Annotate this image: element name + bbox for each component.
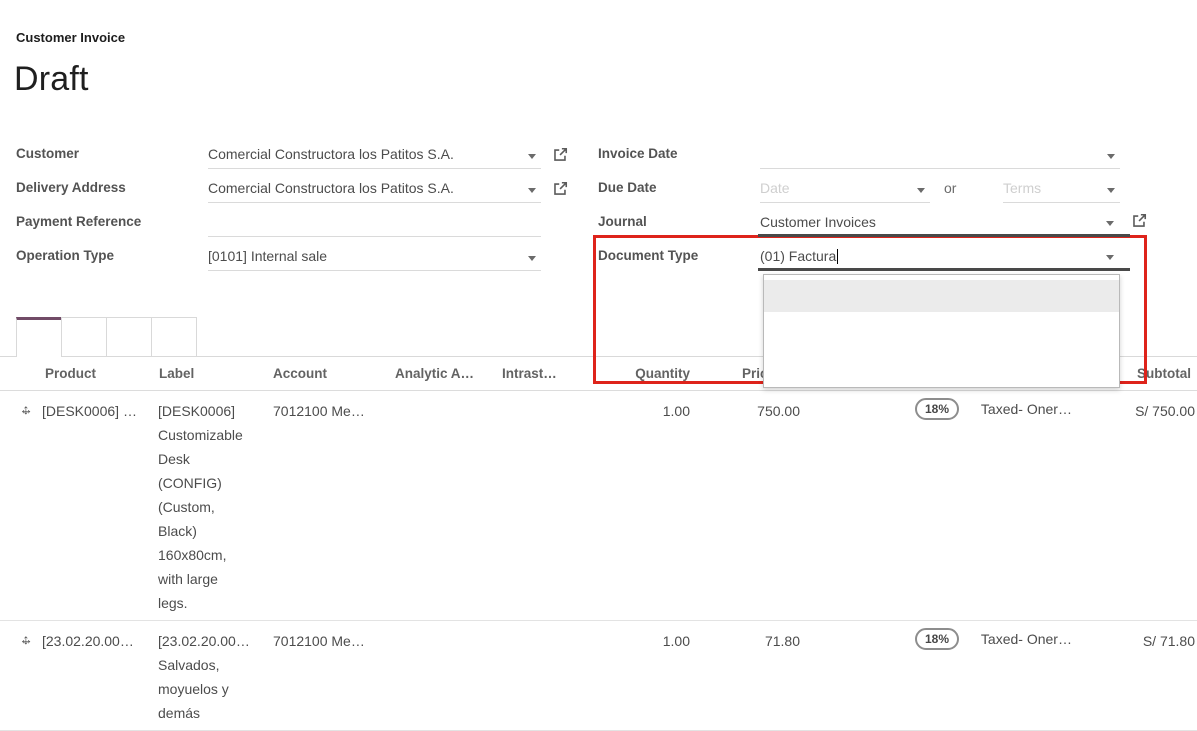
or-text: or — [944, 180, 956, 196]
form-row: Payment Reference — [0, 210, 600, 243]
table-row[interactable]: ↔↕ [23.02.20.00… [23.02.20.00… Salvados,… — [0, 621, 1197, 731]
invoice-date-input[interactable] — [760, 142, 1120, 169]
cell-price[interactable]: 750.00 — [710, 399, 800, 423]
chevron-down-icon[interactable] — [1107, 154, 1115, 159]
field-input[interactable]: Comercial Constructora los Patitos S.A. — [208, 142, 541, 169]
document-type-input[interactable]: (01) Factura — [758, 244, 1130, 271]
form-row: Customer Comercial Constructora los Pati… — [0, 142, 600, 175]
column-header-intrastat: Intrast… — [502, 366, 557, 381]
field-input[interactable] — [208, 210, 541, 237]
column-header-product: Product — [45, 366, 96, 381]
drag-handle-icon[interactable]: ↔↕ — [17, 629, 35, 649]
field-input[interactable]: [0101] Internal sale — [208, 244, 541, 271]
column-header-quantity: Quantity — [600, 366, 690, 381]
cell-price[interactable]: 71.80 — [710, 629, 800, 653]
journal-label: Journal — [598, 214, 647, 229]
tax-badge[interactable]: 18% — [915, 628, 959, 650]
cell-account[interactable]: 7012100 Me… — [273, 629, 388, 653]
invoice-form-page: { "header": { "breadcrumb": "Customer In… — [0, 0, 1197, 713]
cell-subtotal: S/ 71.80 — [1085, 629, 1195, 653]
tab[interactable] — [16, 317, 62, 357]
dropdown-option[interactable] — [764, 344, 1119, 376]
text-cursor — [837, 249, 838, 264]
field-label: Operation Type — [16, 248, 114, 263]
dropdown-option[interactable] — [764, 280, 1119, 312]
form-row: Delivery Address Comercial Constructora … — [0, 176, 600, 209]
cell-quantity[interactable]: 1.00 — [600, 399, 690, 423]
cell-account[interactable]: 7012100 Me… — [273, 399, 388, 423]
field-value: [0101] Internal sale — [208, 248, 327, 264]
page-title: Draft — [14, 60, 89, 99]
chevron-down-icon[interactable] — [528, 154, 536, 159]
document-type-value: (01) Factura — [760, 248, 838, 264]
invoice-lines-rows: ↔↕ [DESK0006] … [DESK0006] Customizable … — [0, 391, 1197, 731]
tax-badge[interactable]: 18% — [915, 398, 959, 420]
cell-subtotal: S/ 750.00 — [1085, 399, 1195, 423]
invoice-date-label: Invoice Date — [598, 146, 678, 161]
drag-handle-icon[interactable]: ↔↕ — [17, 399, 35, 419]
chevron-down-icon[interactable] — [1107, 188, 1115, 193]
chevron-down-icon[interactable] — [528, 256, 536, 261]
terms-placeholder: Terms — [1003, 180, 1041, 196]
field-label: Customer — [16, 146, 79, 161]
chevron-down-icon[interactable] — [528, 188, 536, 193]
field-input[interactable]: Comercial Constructora los Patitos S.A. — [208, 176, 541, 203]
journal-value: Customer Invoices — [760, 214, 876, 230]
cell-taxes[interactable]: 18% Taxed- Oner… — [915, 397, 1072, 421]
journal-input[interactable]: Customer Invoices — [758, 210, 1130, 237]
cell-quantity[interactable]: 1.00 — [600, 629, 690, 653]
cell-product[interactable]: [DESK0006] … — [42, 399, 152, 423]
notebook-tabs — [16, 317, 196, 357]
document-type-label: Document Type — [598, 248, 698, 263]
chevron-down-icon[interactable] — [1106, 255, 1114, 260]
form-row: Operation Type [0101] Internal sale — [0, 244, 600, 277]
table-row[interactable]: ↔↕ [DESK0006] … [DESK0006] Customizable … — [0, 391, 1197, 621]
column-header-analytic-account: Analytic A… — [395, 366, 474, 381]
cell-product[interactable]: [23.02.20.00… — [42, 629, 152, 653]
field-label: Delivery Address — [16, 180, 126, 195]
field-value: Comercial Constructora los Patitos S.A. — [208, 146, 454, 162]
due-date-input[interactable]: Date — [760, 176, 930, 203]
field-value: Comercial Constructora los Patitos S.A. — [208, 180, 454, 196]
chevron-down-icon[interactable] — [1106, 221, 1114, 226]
dropdown-option[interactable] — [764, 312, 1119, 344]
document-type-dropdown — [763, 274, 1120, 388]
cell-taxes[interactable]: 18% Taxed- Oner… — [915, 627, 1072, 651]
external-link-icon[interactable] — [1131, 212, 1148, 229]
breadcrumb[interactable]: Customer Invoice — [16, 30, 125, 45]
chevron-down-icon[interactable] — [917, 188, 925, 193]
column-header-label: Label — [159, 366, 194, 381]
due-date-label: Due Date — [598, 180, 657, 195]
external-link-icon[interactable] — [552, 180, 569, 197]
tax-label: Taxed- Oner… — [981, 627, 1072, 651]
cell-label[interactable]: [DESK0006] Customizable Desk (CONFIG) (C… — [158, 391, 258, 620]
external-link-icon[interactable] — [552, 146, 569, 163]
column-header-account: Account — [273, 366, 327, 381]
field-label: Payment Reference — [16, 214, 141, 229]
payment-terms-input[interactable]: Terms — [1003, 176, 1120, 203]
tax-label: Taxed- Oner… — [981, 397, 1072, 421]
tab[interactable] — [61, 317, 107, 356]
tab[interactable] — [106, 317, 152, 356]
due-date-placeholder: Date — [760, 180, 790, 196]
tab[interactable] — [151, 317, 197, 356]
cell-label[interactable]: [23.02.20.00… Salvados, moyuelos y demás — [158, 621, 258, 730]
